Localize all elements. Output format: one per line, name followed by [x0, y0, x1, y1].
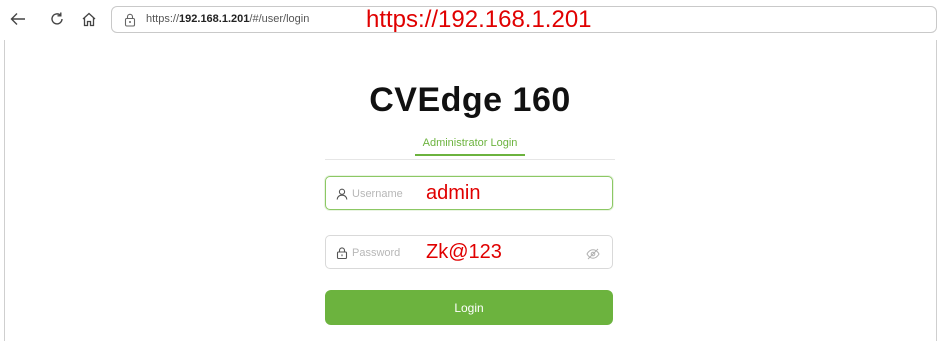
tab-divider	[325, 159, 615, 160]
site-info-icon[interactable]	[120, 10, 140, 30]
username-placeholder: Username	[352, 188, 403, 200]
url-annotation: https://192.168.1.201	[366, 6, 592, 33]
url-text[interactable]: https://192.168.1.201/#/user/login	[146, 13, 309, 25]
password-field[interactable]: Password Zk@123	[325, 235, 613, 269]
user-icon	[336, 187, 348, 200]
lock-icon	[336, 246, 348, 260]
url-prefix: https://	[146, 13, 180, 25]
home-icon[interactable]	[79, 9, 99, 29]
username-field[interactable]: Username admin	[325, 176, 613, 210]
password-annotation: Zk@123	[426, 241, 502, 263]
login-button[interactable]: Login	[325, 290, 613, 325]
url-host: 192.168.1.201	[179, 13, 250, 25]
eye-off-icon[interactable]	[586, 247, 600, 260]
username-annotation: admin	[426, 182, 481, 204]
password-placeholder: Password	[352, 247, 401, 259]
reload-icon[interactable]	[47, 9, 67, 29]
active-tab-indicator	[415, 154, 525, 156]
page-title: CVEdge 160	[369, 81, 571, 119]
url-path: /#/user/login	[249, 13, 310, 25]
back-icon[interactable]	[8, 9, 28, 29]
tab-administrator-login[interactable]: Administrator Login	[325, 136, 615, 150]
